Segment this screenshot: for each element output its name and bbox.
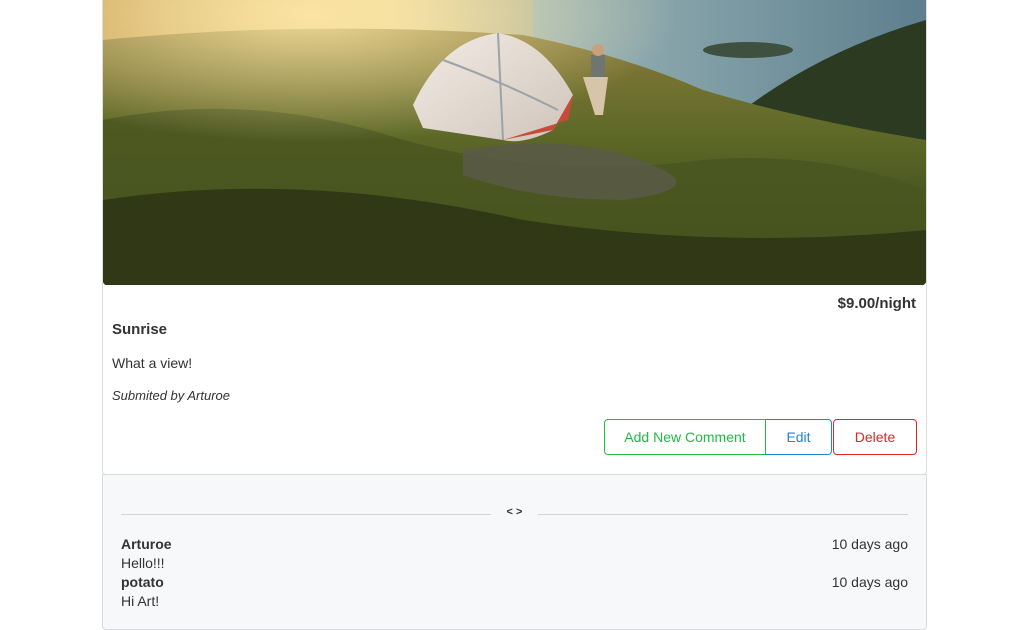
- campground-page: $9.00/night Sunrise What a view! Submite…: [0, 0, 1009, 630]
- divider-line-right: [538, 514, 908, 515]
- submitted-by: Submited by Arturoe: [112, 388, 231, 403]
- comments-section: < > Arturoe 10 days ago Hello!!! potato …: [102, 474, 927, 630]
- delete-button[interactable]: Delete: [833, 419, 917, 455]
- comment-time: 10 days ago: [831, 536, 908, 552]
- code-icon: < >: [506, 506, 523, 518]
- comment-text: Hello!!!: [121, 555, 165, 571]
- comment-author: potato: [121, 574, 164, 590]
- campground-price: $9.00/night: [837, 295, 916, 312]
- divider-line-left: [121, 514, 491, 515]
- add-comment-button[interactable]: Add New Comment: [604, 419, 766, 455]
- campground-description: What a view!: [112, 355, 193, 371]
- edit-button[interactable]: Edit: [766, 419, 832, 455]
- action-buttons: Add New Comment Edit Delete: [604, 419, 917, 455]
- comment-author: Arturoe: [121, 536, 172, 552]
- comment-text: Hi Art!: [121, 593, 160, 609]
- campground-photo: [103, 0, 926, 285]
- campground-photo-art: [103, 0, 926, 285]
- campground-card: $9.00/night Sunrise What a view! Submite…: [102, 0, 927, 475]
- comments-divider: < >: [121, 506, 908, 522]
- comment-time: 10 days ago: [831, 574, 908, 590]
- campground-name: Sunrise: [112, 321, 168, 338]
